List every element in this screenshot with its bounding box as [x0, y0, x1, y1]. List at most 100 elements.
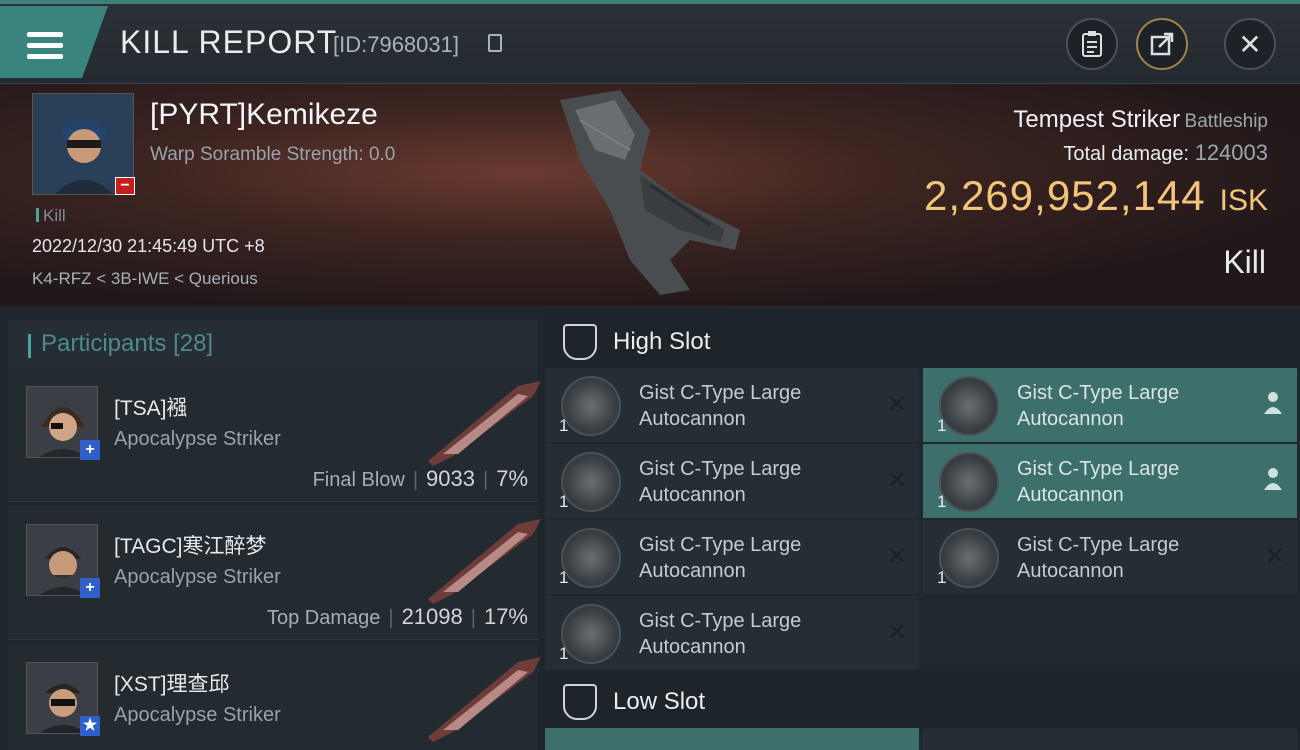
damage-value: 21098 [401, 604, 463, 629]
menu-button[interactable] [0, 6, 108, 78]
participant-name[interactable]: [XST]理查邱 [114, 668, 230, 698]
stat-label: Final Blow [312, 469, 405, 491]
dropped-person-icon [1264, 468, 1282, 490]
participants-header: Participants [28] [8, 320, 538, 370]
destroyed-icon: ✕ [1264, 543, 1285, 570]
participant-ship: Apocalypse Striker [114, 428, 281, 450]
module-name: Gist C-Type Large Autocannon [639, 382, 802, 430]
header-accent-bar [28, 334, 31, 358]
title-bar: KILL REPORT [ID:7968031] ✕ [0, 0, 1300, 84]
module-item[interactable]: 1 Gist C-Type Large Autocannon ✕ [923, 520, 1297, 594]
share-icon [1150, 32, 1174, 56]
warp-scramble-strength: Warp Soramble Strength: 0.0 [150, 144, 396, 165]
participant-card[interactable]: + [TSA]襁 Apocalypse Striker Final Blow | 9… [8, 368, 541, 502]
module-quantity: 1 [559, 492, 569, 511]
copy-id-icon[interactable] [488, 34, 502, 52]
clipboard-icon [1082, 31, 1102, 57]
participants-label: Participants [41, 330, 167, 357]
participant-stats: Top Damage | 21098 | 17% [266, 604, 528, 629]
participant-ship-image [428, 519, 541, 604]
victim-ship-class: Battleship [1184, 111, 1268, 132]
total-damage-value: 124003 [1194, 140, 1268, 165]
module-quantity: 1 [559, 644, 569, 663]
isk-unit: ISK [1219, 184, 1268, 217]
destroyed-icon: ✕ [886, 391, 907, 418]
module-quantity: 1 [937, 492, 947, 511]
module-item[interactable] [923, 728, 1297, 750]
participant-ship-image [428, 657, 541, 742]
autocannon-icon [939, 376, 999, 436]
participant-ship-image [428, 381, 541, 466]
autocannon-icon [939, 528, 999, 588]
hostile-badge: − [115, 177, 135, 195]
autocannon-icon [561, 452, 621, 512]
destroyed-icon: ✕ [886, 619, 907, 646]
participants-title: Participants [28] [41, 330, 213, 358]
isk-value: 2,269,952,144 [924, 172, 1206, 219]
module-item[interactable]: 1 Gist C-Type Large Autocannon [923, 368, 1297, 442]
kill-tag: Kill [36, 206, 66, 226]
isk-value-row: 2,269,952,144 ISK [924, 172, 1268, 220]
close-button[interactable]: ✕ [1224, 18, 1276, 70]
destroyed-icon: ✕ [886, 543, 907, 570]
module-name: Gist C-Type Large Autocannon [1017, 534, 1180, 582]
autocannon-icon [561, 376, 621, 436]
module-name: Gist C-Type Large Autocannon [639, 458, 802, 506]
module-item[interactable]: 1 Gist C-Type Large Autocannon [923, 444, 1297, 518]
high-slot-title: High Slot [613, 328, 711, 355]
participant-name[interactable]: [TSA]襁 [114, 392, 188, 422]
participant-name[interactable]: [TAGC]寒江醉梦 [114, 530, 266, 560]
dropped-person-icon [1264, 392, 1282, 414]
module-item[interactable] [545, 728, 919, 750]
participant-badge: ★ [80, 716, 100, 736]
module-name: Gist C-Type Large Autocannon [639, 534, 802, 582]
victim-ship-image [560, 90, 740, 295]
low-slot-header: Low Slot [545, 670, 1300, 732]
module-name: Gist C-Type Large Autocannon [1017, 458, 1180, 506]
module-name: Gist C-Type Large Autocannon [639, 610, 802, 658]
stat-label: Top Damage [266, 607, 381, 629]
kill-location[interactable]: K4-RFZ < 3B-IWE < Querious [32, 269, 258, 289]
close-icon: ✕ [1238, 28, 1262, 60]
victim-ship-name[interactable]: Tempest Striker [1013, 106, 1180, 133]
page-title: KILL REPORT [120, 24, 338, 60]
victim-name[interactable]: [PYRT]Kemikeze [150, 98, 378, 132]
autocannon-icon [939, 452, 999, 512]
share-button[interactable] [1136, 18, 1188, 70]
participant-card[interactable]: + [TAGC]寒江醉梦 Apocalypse Striker Top Dama… [8, 506, 541, 640]
participant-badge: + [80, 440, 100, 460]
module-quantity: 1 [937, 568, 947, 587]
damage-percent: 7% [496, 466, 528, 491]
hamburger-icon [27, 32, 63, 60]
low-slot-icon [563, 684, 597, 720]
victim-ship-info: Tempest Striker Battleship [1013, 106, 1268, 134]
participant-ship: Apocalypse Striker [114, 566, 281, 588]
module-quantity: 1 [559, 568, 569, 587]
low-slot-title: Low Slot [613, 688, 706, 715]
participants-panel: Participants [28] + [TSA]襁 Apocalypse St… [0, 306, 545, 750]
clipboard-button[interactable] [1066, 18, 1118, 70]
total-damage-row: Total damage: 124003 [1063, 140, 1268, 166]
participant-ship: Apocalypse Striker [114, 704, 281, 726]
module-item[interactable]: 1 Gist C-Type Large Autocannon ✕ [545, 596, 919, 670]
kill-id: [ID:7968031] [333, 32, 459, 57]
autocannon-icon [561, 604, 621, 664]
module-name: Gist C-Type Large Autocannon [1017, 382, 1180, 430]
module-quantity: 1 [559, 416, 569, 435]
fitting-panel: High Slot 1 Gist C-Type Large Autocannon… [545, 306, 1300, 750]
participant-card[interactable]: ★ [XST]理查邱 Apocalypse Striker [8, 644, 541, 750]
module-item[interactable]: 1 Gist C-Type Large Autocannon ✕ [545, 520, 919, 594]
high-slot-icon [563, 324, 597, 360]
participants-count: [28] [173, 330, 214, 357]
kill-datetime: 2022/12/30 21:45:49 UTC +8 [32, 236, 265, 256]
total-damage-label: Total damage: [1063, 143, 1190, 165]
participant-badge: + [80, 578, 100, 598]
module-quantity: 1 [937, 416, 947, 435]
destroyed-icon: ✕ [886, 467, 907, 494]
damage-value: 9033 [426, 466, 475, 491]
module-item[interactable]: 1 Gist C-Type Large Autocannon ✕ [545, 368, 919, 442]
kill-result: Kill [1223, 244, 1266, 280]
module-item[interactable]: 1 Gist C-Type Large Autocannon ✕ [545, 444, 919, 518]
high-slot-header: High Slot [545, 310, 1300, 372]
damage-percent: 17% [483, 604, 528, 629]
